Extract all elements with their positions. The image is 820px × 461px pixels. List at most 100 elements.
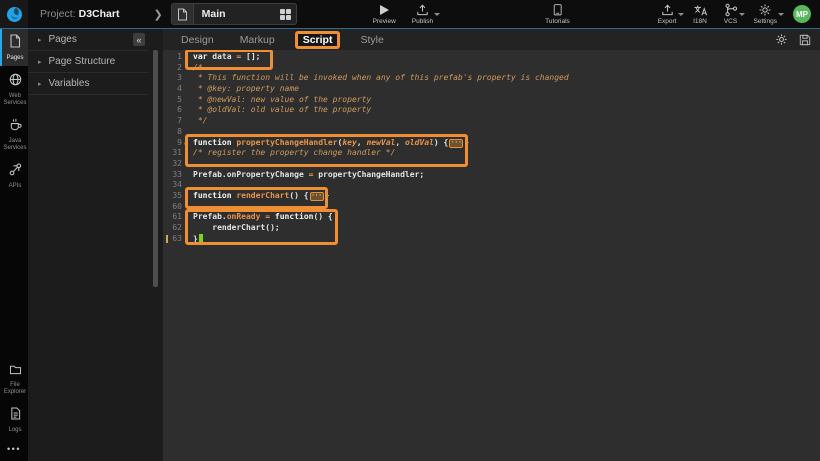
code-line: 34 [163, 180, 820, 191]
settings-button[interactable]: Settings [754, 3, 778, 25]
tutorials-icon [551, 3, 564, 17]
tab-design[interactable]: Design [181, 34, 214, 46]
code-text[interactable]: * @oldVal: old value of the property [187, 105, 371, 116]
tutorials-button[interactable]: Tutorials [545, 3, 570, 25]
explorer-section-variables[interactable]: ▸Variables [28, 73, 148, 95]
code-line: 6 * @oldVal: old value of the property [163, 105, 820, 116]
caret-down-icon [434, 13, 440, 16]
apis-label: APIs [2, 183, 28, 190]
line-number: 61 [163, 212, 187, 223]
code-line: 32 [163, 159, 820, 170]
explorer-section-label: Pages [49, 34, 77, 45]
preview-button[interactable]: Preview [373, 3, 396, 25]
breadcrumb-chevron-icon[interactable]: ❯ [153, 8, 162, 21]
tabbar-actions [775, 33, 820, 46]
line-number: 63 [163, 234, 187, 245]
code-line: 33Prefab.onPropertyChange = propertyChan… [163, 170, 820, 181]
pages-icon [9, 34, 21, 53]
code-text[interactable]: */ [187, 116, 207, 127]
code-line: 62 renderChart(); [163, 223, 820, 234]
sidebar-item-file-explorer[interactable]: File Explorer [0, 357, 28, 400]
tab-markup[interactable]: Markup [240, 34, 275, 46]
preview-label: Preview [373, 18, 396, 25]
code-text[interactable]: /* [187, 63, 203, 74]
code-text[interactable]: function renderChart() {···} [187, 191, 329, 202]
expand-arrow-icon: ▸ [38, 36, 42, 44]
collapsed-code-widget[interactable]: ··· [310, 192, 324, 201]
code-text[interactable]: * @key: property name [187, 84, 299, 95]
explorer-section-label: Variables [49, 78, 90, 89]
code-text[interactable] [187, 180, 193, 191]
page-tab-main[interactable]: Main [171, 3, 297, 25]
line-number: 7 [163, 116, 187, 127]
code-line: 7 */ [163, 116, 820, 127]
explorer-section-pages[interactable]: ▸ Pages « [28, 29, 148, 51]
code-line: 8 [163, 127, 820, 138]
line-number: 8 [163, 127, 187, 138]
line-number: 32 [163, 159, 187, 170]
code-text[interactable] [187, 127, 193, 138]
code-text[interactable]: var data = []; [187, 52, 260, 63]
code-text[interactable]: Prefab.onPropertyChange = propertyChange… [187, 170, 424, 181]
line-number: 4 [163, 84, 187, 95]
sidebar-item-pages[interactable]: Pages [0, 29, 28, 66]
project-label: Project: [40, 8, 76, 20]
file-explorer-icon [9, 362, 22, 380]
code-text[interactable]: function propertyChangeHandler(key, newV… [187, 138, 469, 149]
logs-icon [10, 407, 21, 425]
activity-top-group: Pages Web ServicesJava Services APIs [0, 29, 28, 196]
caret-down-icon [678, 13, 684, 16]
sidebar-item-apis[interactable]: APIs [0, 158, 28, 194]
apis-icon [9, 163, 22, 181]
project-breadcrumb: Project:D3Chart [40, 8, 119, 20]
explorer-panel: ▸ Pages « ▸Page Structure▸Variables [28, 29, 148, 461]
line-number: 9▸ [163, 138, 187, 149]
code-line: 3 * This function will be invoked when a… [163, 73, 820, 84]
code-line: 31/* register the property change handle… [163, 148, 820, 159]
code-text[interactable]: Prefab.onReady = function() { [187, 212, 333, 223]
scrollbar-thumb[interactable] [153, 50, 158, 287]
sidebar-item-java-services[interactable]: Java Services [0, 113, 28, 156]
sidebar-item-web-services[interactable]: Web Services [0, 68, 28, 111]
save-icon[interactable] [799, 34, 811, 46]
wavemaker-logo-icon [6, 6, 23, 23]
tab-script[interactable]: Script [295, 31, 341, 49]
code-text[interactable]: /* register the property change handler … [187, 148, 395, 159]
pages-label: Pages [2, 55, 28, 62]
editor-tab-bar: Design Markup Script Style [163, 29, 820, 50]
user-avatar[interactable]: MP [793, 5, 811, 23]
activity-bar: Pages Web ServicesJava Services APIs File … [0, 29, 28, 461]
collapsed-code-widget[interactable]: ··· [449, 139, 463, 148]
logs-label: Logs [2, 427, 28, 434]
gutter-marker-icon [166, 235, 168, 243]
explorer-empty-area [28, 95, 148, 461]
sidebar-item-logs[interactable]: Logs [0, 402, 28, 438]
code-text[interactable] [187, 159, 193, 170]
code-text[interactable]: * @newVal: new value of the property [187, 95, 371, 106]
collapse-panel-button[interactable]: « [133, 33, 145, 46]
i18n-button[interactable]: I18N [693, 3, 708, 25]
settings-icon [758, 3, 772, 17]
app-logo[interactable] [0, 0, 28, 28]
script-editor[interactable]: 1var data = [];2/*3 * This function will… [163, 50, 820, 461]
web-services-icon [9, 73, 22, 91]
page-settings-gear-icon[interactable] [775, 33, 788, 46]
page-grid-icon[interactable] [280, 9, 291, 20]
more-options-icon[interactable]: ••• [0, 440, 28, 461]
export-button[interactable]: Export [658, 3, 677, 25]
publish-icon [415, 3, 430, 17]
text-cursor [199, 234, 203, 243]
code-text[interactable]: } [187, 234, 203, 245]
line-number: 34 [163, 180, 187, 191]
vcs-button[interactable]: VCS [724, 3, 738, 25]
line-number: 6 [163, 105, 187, 116]
topbar-right-actions: Export I18N VCS Settings MP [650, 3, 820, 25]
code-text[interactable]: renderChart(); [187, 223, 280, 234]
java-services-icon [9, 118, 22, 136]
tab-style[interactable]: Style [360, 34, 383, 46]
explorer-section-page-structure[interactable]: ▸Page Structure [28, 51, 148, 73]
activity-bottom-group: File Explorer Logs [0, 357, 28, 440]
code-text[interactable]: * This function will be invoked when any… [187, 73, 569, 84]
code-text[interactable] [187, 202, 193, 213]
publish-button[interactable]: Publish [412, 3, 433, 25]
